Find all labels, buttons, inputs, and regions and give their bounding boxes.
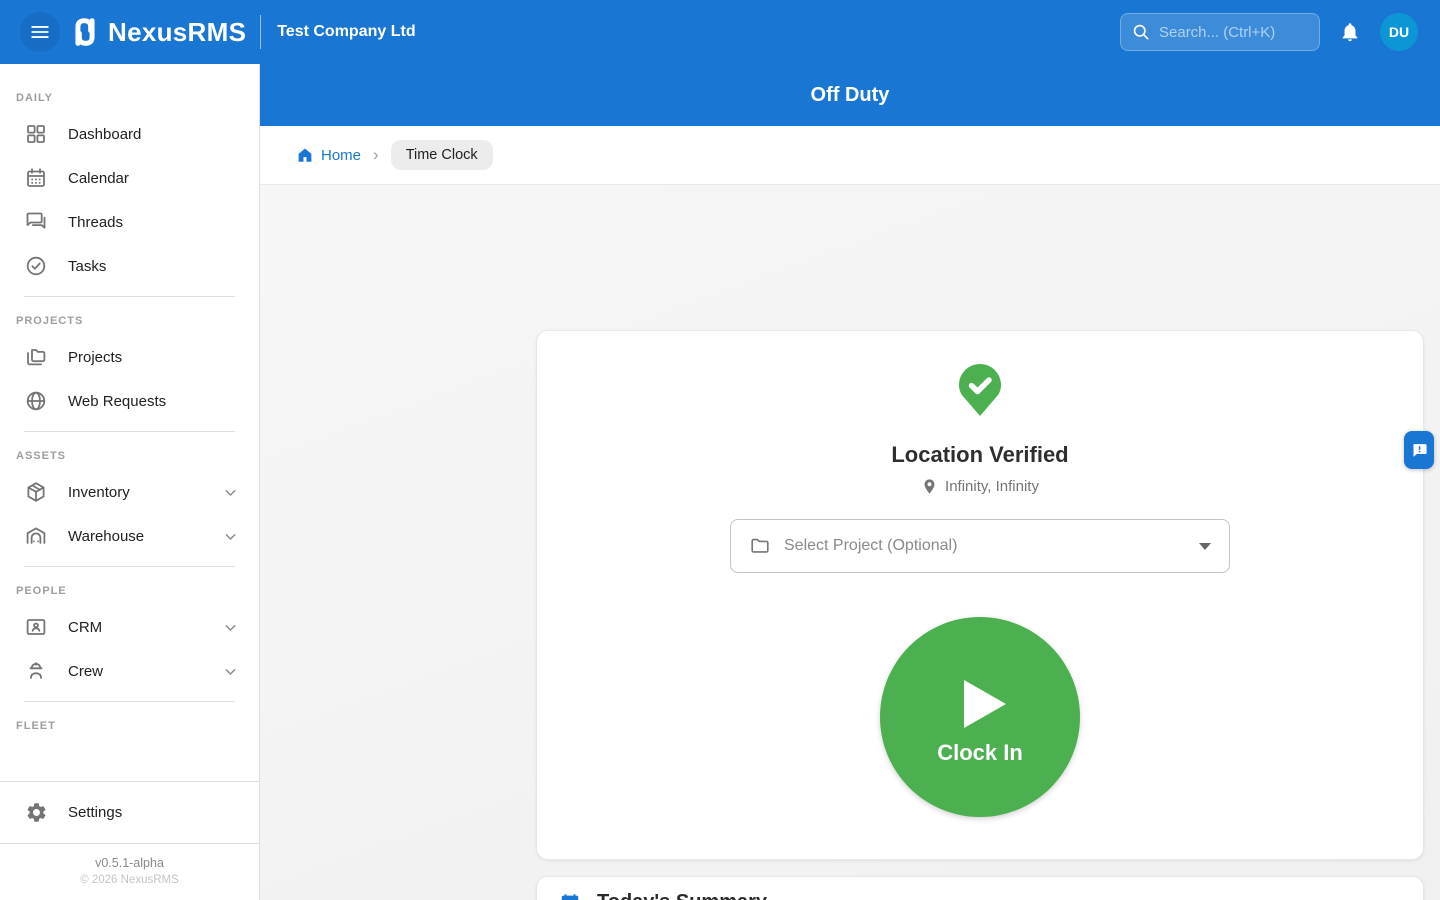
app-title: NexusRMS [108,17,246,48]
breadcrumb-current[interactable]: Time Clock [391,140,493,170]
calendar-filled-icon [559,892,581,900]
section-label-assets: ASSETS [0,450,259,462]
menu-icon [29,21,51,43]
global-search[interactable] [1120,13,1320,51]
breadcrumb-separator: › [373,145,379,165]
search-icon [1131,22,1151,42]
sidebar-item-dashboard[interactable]: Dashboard [0,112,259,156]
sidebar-item-crew[interactable]: Crew [0,649,259,693]
sidebar-item-label: Tasks [68,258,106,275]
sidebar-item-warehouse[interactable]: Warehouse [0,514,259,558]
feedback-bubble-icon [1411,442,1428,459]
company-name: Test Company Ltd [277,23,415,41]
sidebar-item-label: Warehouse [68,528,144,545]
inventory-icon [24,480,48,504]
projects-icon [24,345,48,369]
sidebar-divider [24,431,235,432]
caret-down-icon [1199,543,1211,550]
sidebar-item-label: Dashboard [68,126,141,143]
project-select-placeholder: Select Project (Optional) [784,537,957,555]
warehouse-icon [24,524,48,548]
sidebar-item-label: CRM [68,619,102,636]
sidebar-item-calendar[interactable]: Calendar [0,156,259,200]
chevron-down-icon [222,484,239,501]
sidebar-item-label: Projects [68,349,122,366]
play-icon [962,678,1008,730]
duty-status-banner: Off Duty [260,64,1440,126]
sidebar-item-tasks[interactable]: Tasks [0,244,259,288]
sidebar-nav: DAILY Dashboard Calendar Threads Tasks PROJEC… [0,64,259,781]
sidebar-item-crm[interactable]: CRM [0,605,259,649]
section-label-daily: DAILY [0,92,259,104]
sidebar-item-label: Threads [68,214,123,231]
sidebar-item-web-requests[interactable]: Web Requests [0,379,259,423]
summary-title: Today's Summary [597,891,767,900]
sidebar-item-label: Crew [68,663,103,680]
chevron-down-icon [222,619,239,636]
duty-status-text: Off Duty [811,84,890,107]
summary-card: Today's Summary [536,876,1424,900]
clock-in-button[interactable]: Clock In [880,617,1080,817]
section-label-projects: PROJECTS [0,315,259,327]
clock-in-label: Clock In [937,740,1023,766]
threads-icon [24,210,48,234]
app-version: v0.5.1-alpha [0,856,259,870]
globe-icon [24,389,48,413]
settings-label: Settings [68,804,122,821]
gear-icon [24,801,48,825]
sidebar-divider [24,296,235,297]
feedback-button[interactable] [1404,431,1434,469]
breadcrumb-home-link[interactable]: Home [296,146,361,164]
sidebar-bottom-panel: Settings v0.5.1-alpha © 2026 NexusRMS [0,781,259,900]
location-text: Infinity, Infinity [945,478,1039,495]
location-status-title: Location Verified [537,442,1423,468]
sidebar-item-label: Inventory [68,484,130,501]
app-logo[interactable]: NexusRMS [68,15,246,49]
section-label-fleet: FLEET [0,720,259,732]
breadcrumb: Home › Time Clock [260,126,1440,185]
calendar-icon [24,166,48,190]
location-row: Infinity, Infinity [537,478,1423,495]
nexus-logo-icon [68,15,102,49]
tasks-icon [24,254,48,278]
user-avatar[interactable]: DU [1380,13,1418,51]
pin-check-icon [957,363,1003,417]
crm-icon [24,615,48,639]
sidebar-divider [24,566,235,567]
notifications-button[interactable] [1330,12,1370,52]
folder-icon [749,535,771,557]
section-label-people: PEOPLE [0,585,259,597]
sidebar-item-label: Web Requests [68,393,166,410]
time-clock-card: Location Verified Infinity, Infinity Sel… [536,330,1424,860]
search-input[interactable] [1159,24,1309,41]
summary-card-header: Today's Summary [559,891,1401,900]
sidebar-item-threads[interactable]: Threads [0,200,259,244]
copyright: © 2026 NexusRMS [0,874,259,886]
sidebar-item-inventory[interactable]: Inventory [0,470,259,514]
content-area: Location Verified Infinity, Infinity Sel… [260,185,1440,900]
breadcrumb-home-label: Home [321,147,361,164]
chevron-down-icon [222,528,239,545]
sidebar-divider [24,701,235,702]
home-icon [296,146,314,164]
dashboard-icon [24,122,48,146]
header-divider [260,15,261,49]
bell-icon [1339,21,1361,43]
sidebar-item-label: Calendar [68,170,129,187]
location-pin-icon [921,478,938,495]
menu-button[interactable] [20,12,60,52]
sidebar: DAILY Dashboard Calendar Threads Tasks PROJEC… [0,64,260,900]
sidebar-item-projects[interactable]: Projects [0,335,259,379]
chevron-down-icon [222,663,239,680]
project-select[interactable]: Select Project (Optional) [730,519,1230,573]
sidebar-item-settings[interactable]: Settings [0,782,259,844]
main-area: Off Duty Home › Time Clock Location Veri… [260,64,1440,900]
crew-icon [24,659,48,683]
app-header: NexusRMS Test Company Ltd DU [0,0,1440,64]
header-actions: DU [1120,12,1440,52]
version-area: v0.5.1-alpha © 2026 NexusRMS [0,844,259,886]
